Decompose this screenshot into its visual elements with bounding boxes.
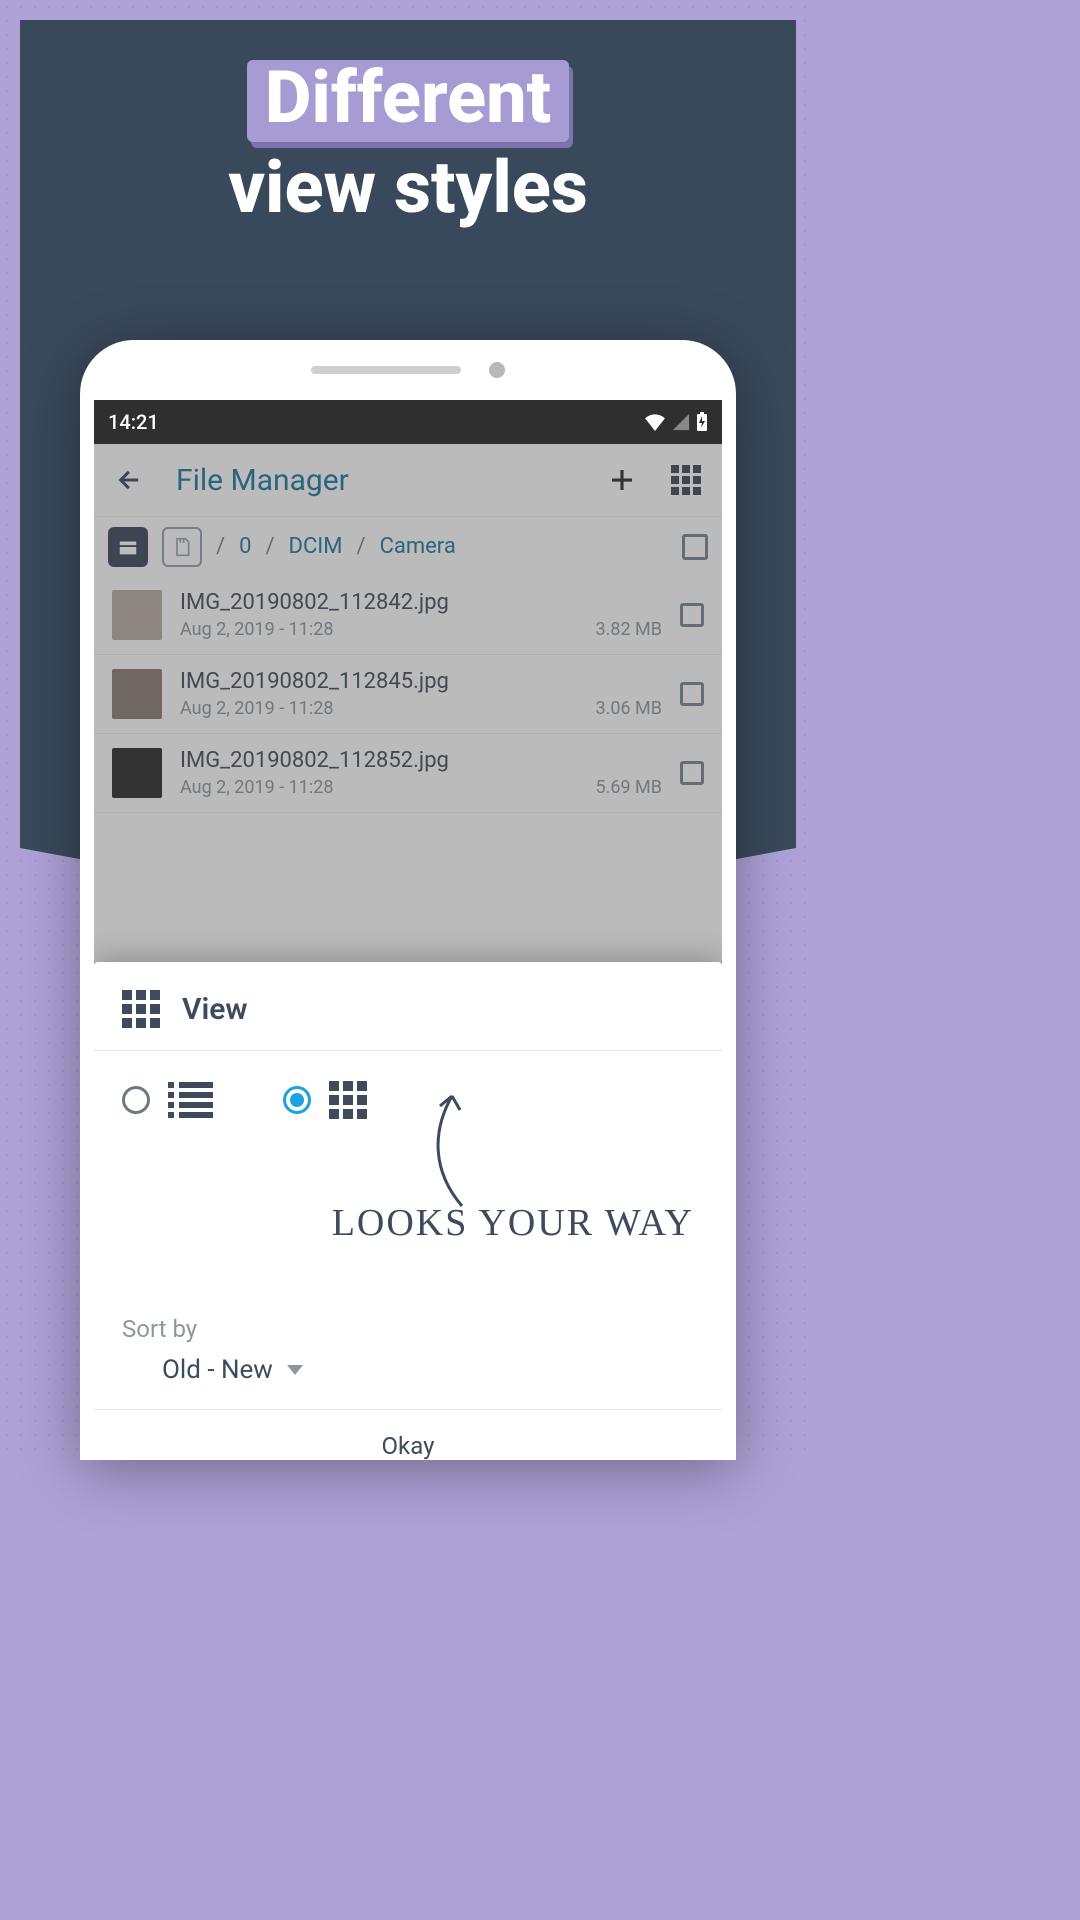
callout-text: LOOKS YOUR WAY [332, 1202, 694, 1244]
sort-selected-value: Old - New [162, 1355, 273, 1385]
view-option-list[interactable] [122, 1081, 213, 1119]
sort-dropdown[interactable]: Old - New [122, 1355, 694, 1385]
hero-title: Different view styles [0, 60, 816, 225]
chevron-down-icon [287, 1365, 303, 1375]
grid-icon [122, 990, 160, 1028]
sheet-title: View [182, 992, 248, 1027]
battery-icon [696, 412, 708, 432]
view-bottom-sheet: View [94, 962, 722, 1460]
phone-frame: 14:21 File Manager [80, 340, 736, 1460]
screen: 14:21 File Manager [94, 400, 722, 1460]
hero-highlight: Different [247, 60, 570, 142]
wifi-icon [644, 413, 666, 431]
callout-annotation: LOOKS YOUR WAY [332, 1201, 694, 1245]
hero-subtitle: view styles [0, 150, 816, 226]
radio-unselected[interactable] [122, 1086, 150, 1114]
signal-icon [672, 413, 690, 431]
status-bar: 14:21 [94, 400, 722, 444]
okay-button[interactable]: Okay [382, 1432, 435, 1460]
list-icon [168, 1082, 213, 1118]
radio-selected[interactable] [283, 1086, 311, 1114]
status-time: 14:21 [108, 410, 159, 434]
sort-by-label: Sort by [122, 1315, 694, 1343]
view-option-grid[interactable] [283, 1081, 367, 1119]
grid-icon [329, 1081, 367, 1119]
